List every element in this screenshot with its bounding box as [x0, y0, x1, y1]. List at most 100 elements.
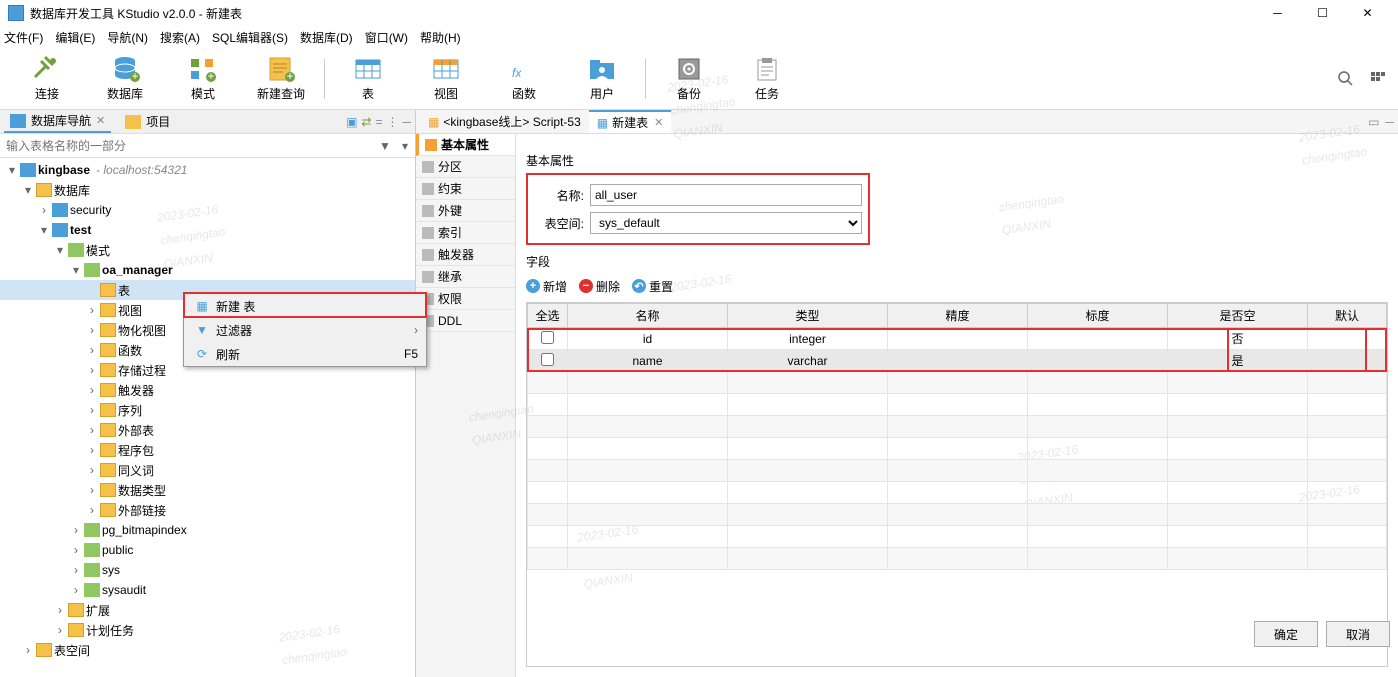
- nav-min-icon[interactable]: ─: [402, 115, 411, 129]
- perspective-button[interactable]: [1366, 67, 1390, 91]
- tablespace-select[interactable]: sys_default: [590, 212, 862, 234]
- schema-icon: [84, 543, 100, 557]
- menu-edit[interactable]: 编辑(E): [55, 29, 95, 46]
- tool-schema[interactable]: + 模式: [164, 51, 242, 107]
- plus-icon: +: [526, 279, 540, 293]
- col-type[interactable]: 类型: [728, 304, 888, 328]
- editor-max-icon[interactable]: ▭: [1368, 115, 1379, 129]
- svg-text:+: +: [131, 69, 138, 83]
- close-tab-icon[interactable]: ✕: [654, 116, 663, 129]
- search-button[interactable]: [1334, 67, 1358, 91]
- proptab-index[interactable]: 索引: [416, 222, 515, 244]
- tool-user[interactable]: 用户: [563, 51, 641, 107]
- menu-database[interactable]: 数据库(D): [300, 29, 353, 46]
- folder-icon: [100, 443, 116, 457]
- proptab-basic[interactable]: 基本属性: [416, 134, 515, 156]
- add-field-button[interactable]: +新增: [526, 278, 567, 295]
- menu-navigate[interactable]: 导航(N): [107, 29, 148, 46]
- proptab-constraint[interactable]: 约束: [416, 178, 515, 200]
- proptab-permission[interactable]: 权限: [416, 288, 515, 310]
- tool-database[interactable]: + 数据库: [86, 51, 164, 107]
- col-default[interactable]: 默认: [1308, 304, 1387, 328]
- table-icon: ▦: [192, 299, 212, 313]
- window-title: 数据库开发工具 KStudio v2.0.0 - 新建表: [30, 5, 1255, 22]
- cm-new-table[interactable]: ▦ 新建 表: [184, 294, 426, 318]
- backup-safe-icon: [673, 55, 705, 83]
- proptab-inherit[interactable]: 继承: [416, 266, 515, 288]
- database-stack-icon: +: [109, 55, 141, 83]
- schema-icon: [84, 563, 100, 577]
- tree-filter-input[interactable]: [0, 137, 375, 155]
- info-icon: [422, 227, 434, 239]
- proptab-foreignkey[interactable]: 外键: [416, 200, 515, 222]
- reset-icon: ↶: [632, 279, 646, 293]
- chevron-right-icon: ›: [414, 323, 418, 337]
- svg-text:fx: fx: [512, 66, 522, 80]
- tool-function[interactable]: fx 函数: [485, 51, 563, 107]
- cm-filter[interactable]: ▼ 过滤器 ›: [184, 318, 426, 342]
- menu-search[interactable]: 搜索(A): [160, 29, 200, 46]
- title-bar: 数据库开发工具 KStudio v2.0.0 - 新建表 ─ ☐ ✕: [0, 0, 1398, 26]
- col-nullable[interactable]: 是否空: [1168, 304, 1308, 328]
- editor-tab-script[interactable]: ▦ <kingbase线上> Script-53: [420, 111, 589, 132]
- editor-tab-newtable[interactable]: ▦ 新建表 ✕: [589, 110, 672, 133]
- proptab-trigger[interactable]: 触发器: [416, 244, 515, 266]
- menu-file[interactable]: 文件(F): [4, 29, 43, 46]
- col-select[interactable]: 全选: [528, 304, 568, 328]
- folder-icon: [68, 603, 84, 617]
- sql-file-icon: ▦: [428, 115, 439, 129]
- minimize-button[interactable]: ─: [1255, 0, 1300, 26]
- nav-equals-icon[interactable]: =: [375, 115, 382, 129]
- folder-icon: [100, 403, 116, 417]
- task-clipboard-icon: [751, 55, 783, 83]
- nav-sync-icon[interactable]: ⇄: [361, 115, 371, 129]
- editor-min-icon[interactable]: ─: [1385, 115, 1394, 129]
- close-button[interactable]: ✕: [1345, 0, 1390, 26]
- proptab-partition[interactable]: 分区: [416, 156, 515, 178]
- tab-project[interactable]: 项目: [119, 111, 176, 132]
- col-scale[interactable]: 标度: [1028, 304, 1168, 328]
- tool-table[interactable]: 表: [329, 51, 407, 107]
- nav-link-icon[interactable]: ▣: [346, 115, 357, 129]
- maximize-button[interactable]: ☐: [1300, 0, 1345, 26]
- row-checkbox[interactable]: [541, 331, 554, 344]
- folder-icon: [100, 363, 116, 377]
- filter-funnel-icon[interactable]: ▼: [375, 139, 395, 153]
- db-icon: [52, 223, 68, 237]
- nav-menu-icon[interactable]: ⋮: [386, 115, 398, 129]
- tab-db-navigator[interactable]: 数据库导航 ✕: [4, 110, 111, 133]
- menu-help[interactable]: 帮助(H): [420, 29, 461, 46]
- reset-field-button[interactable]: ↶重置: [632, 278, 673, 295]
- filter-dropdown-icon[interactable]: ▾: [395, 139, 415, 153]
- folder-icon: [100, 503, 116, 517]
- close-tab-icon[interactable]: ✕: [96, 114, 105, 127]
- cancel-button[interactable]: 取消: [1326, 621, 1390, 647]
- proptab-ddl[interactable]: DDL: [416, 310, 515, 332]
- table-row[interactable]: namevarchar是: [528, 350, 1387, 372]
- tool-new-query[interactable]: + 新建查询: [242, 51, 320, 107]
- info-icon: [422, 161, 434, 173]
- col-precision[interactable]: 精度: [888, 304, 1028, 328]
- tool-view[interactable]: 视图: [407, 51, 485, 107]
- tool-connect[interactable]: 连接: [8, 51, 86, 107]
- delete-field-button[interactable]: −删除: [579, 278, 620, 295]
- fields-grid[interactable]: 全选 名称 类型 精度 标度 是否空 默认 idinteger否: [526, 302, 1388, 667]
- tool-task[interactable]: 任务: [728, 51, 806, 107]
- app-logo-icon: [8, 5, 24, 21]
- table-name-input[interactable]: [590, 184, 862, 206]
- schema-icon: [84, 523, 100, 537]
- ok-button[interactable]: 确定: [1254, 621, 1318, 647]
- menu-window[interactable]: 窗口(W): [365, 29, 408, 46]
- menu-sqleditor[interactable]: SQL编辑器(S): [212, 29, 288, 46]
- cm-refresh[interactable]: ⟳ 刷新 F5: [184, 342, 426, 366]
- row-checkbox[interactable]: [541, 353, 554, 366]
- function-fx-icon: fx: [508, 55, 540, 83]
- schema-icon: [84, 263, 100, 277]
- table-row[interactable]: idinteger否: [528, 328, 1387, 350]
- navigator-panel: 数据库导航 ✕ 项目 ▣ ⇄ = ⋮ ─ ▼ ▾ ▾kingbase- loca…: [0, 110, 416, 677]
- section-basic-label: 基本属性: [526, 152, 1388, 169]
- database-tree[interactable]: ▾kingbase- localhost:54321 ▾数据库 ›securit…: [0, 158, 415, 677]
- tool-backup[interactable]: 备份: [650, 51, 728, 107]
- col-name[interactable]: 名称: [568, 304, 728, 328]
- info-icon: [425, 139, 437, 151]
